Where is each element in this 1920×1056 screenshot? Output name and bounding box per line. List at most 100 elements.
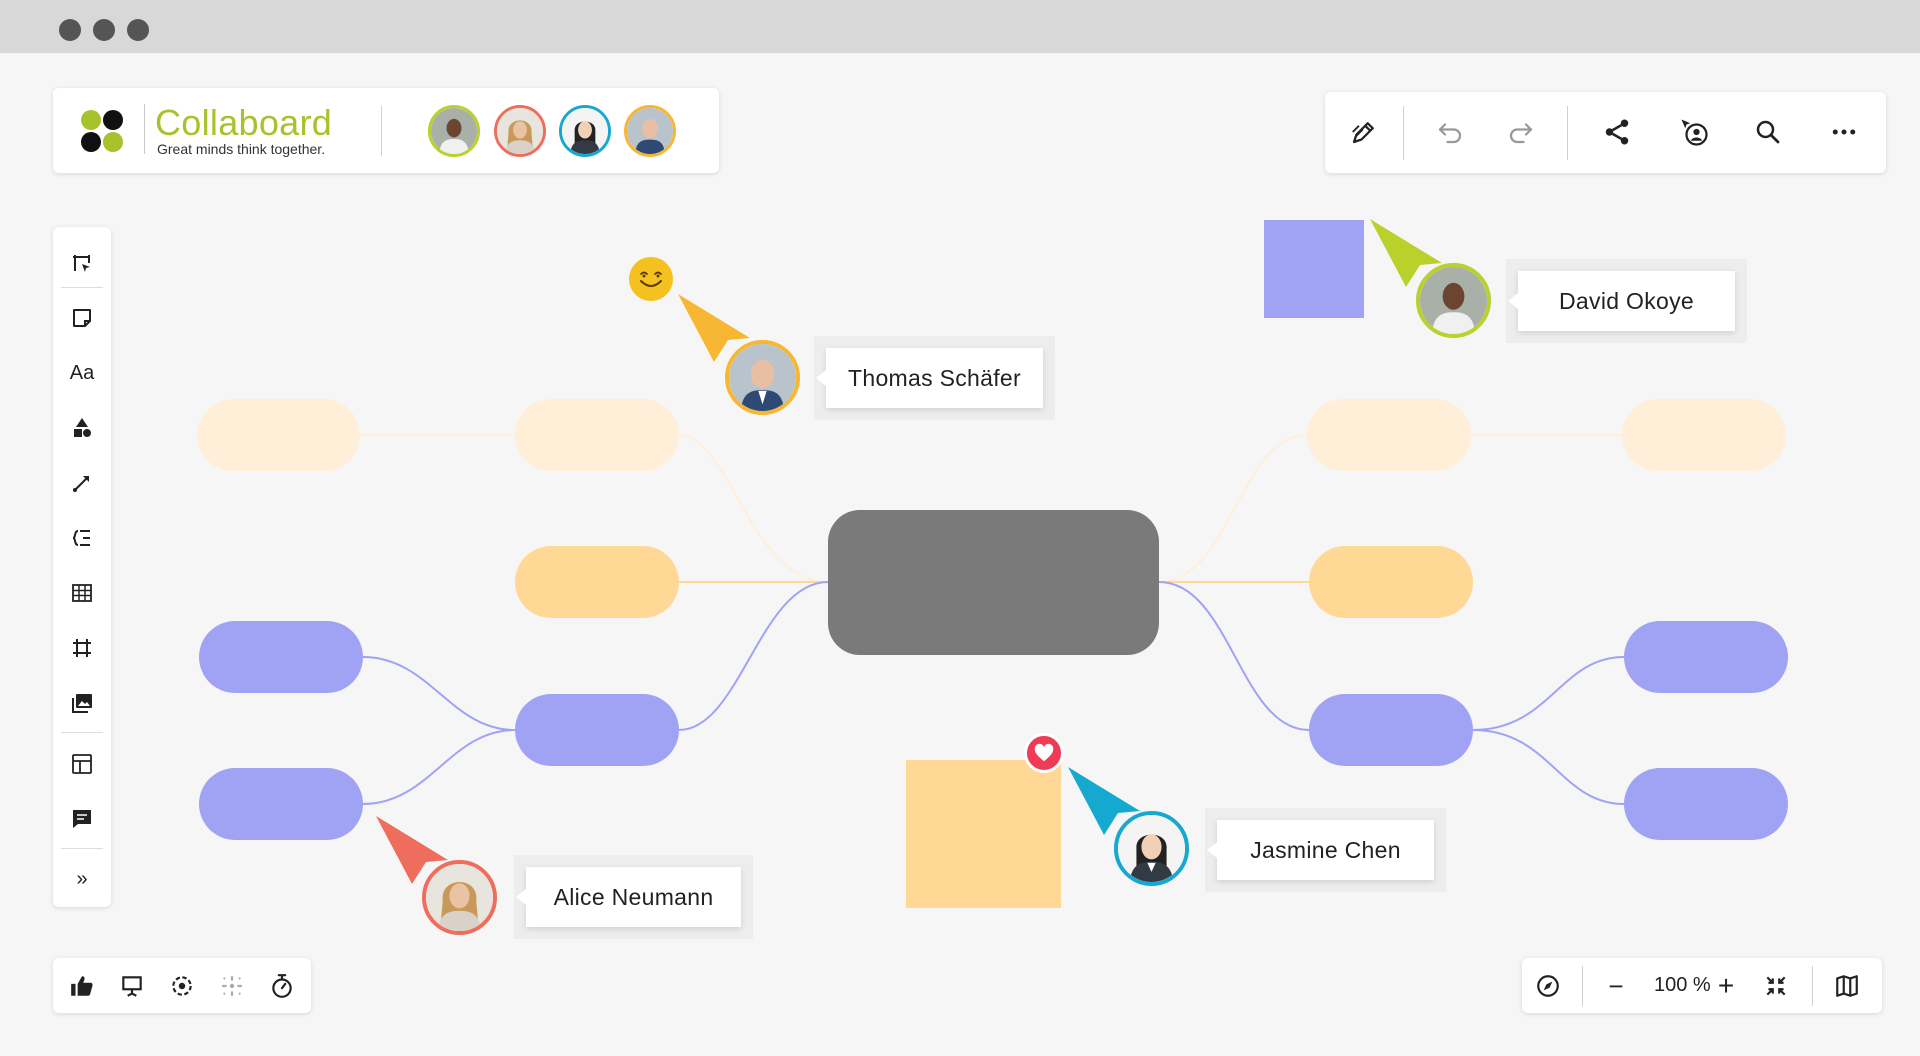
like-button[interactable] [64,968,100,1004]
mindmap-node[interactable] [1622,399,1786,471]
mindmap-node[interactable] [199,621,363,693]
mindmap-node[interactable] [1624,621,1788,693]
timer-button[interactable] [264,968,300,1004]
redo-icon [1509,123,1533,144]
left-toolbar: Aa » [53,227,111,907]
zoom-divider [1582,966,1583,1006]
zoom-divider [1812,966,1813,1006]
mindmap-node[interactable] [515,546,679,618]
participant-avatar-david[interactable] [428,105,480,157]
sticky-note-orange[interactable] [906,760,1061,908]
image-tool-button[interactable] [62,683,102,723]
cursor-name-tag: David Okoye [1508,271,1735,331]
cursor-avatar-david[interactable] [1416,263,1491,338]
sticky-note-purple[interactable] [1264,220,1364,318]
mindmap-node[interactable] [1307,399,1471,471]
shapes-tool-button[interactable] [62,408,102,448]
logo-divider [144,104,145,154]
mindmap-node[interactable] [199,768,363,840]
zoom-in-icon: + [1717,970,1735,1001]
toolbar-divider [1403,106,1404,160]
heart-reaction-icon[interactable] [1024,733,1064,773]
expand-toolbar-button[interactable]: » [62,859,102,899]
fit-to-screen-button[interactable] [1758,968,1794,1004]
cursor-name-label: Alice Neumann [553,883,714,910]
select-tool-button[interactable] [62,244,102,284]
cursor-name-tag: Jasmine Chen [1207,820,1434,880]
mindmap-node[interactable] [1309,546,1473,618]
pen-button[interactable] [1344,112,1384,152]
cursor-avatar-thomas[interactable] [725,340,800,415]
comment-icon [73,810,91,828]
expand-icon: » [76,867,88,890]
mindmap-tool-button[interactable] [62,518,102,558]
app-tagline: Great minds think together. [157,141,326,157]
template-icon [72,754,92,774]
cursor-name-label: David Okoye [1559,287,1694,314]
sticky-note-tool-button[interactable] [62,298,102,338]
mindmap-center-node[interactable] [828,510,1159,655]
tool-separator [61,732,103,733]
mindmap-node[interactable] [197,399,360,471]
zoom-out-icon: − [1608,970,1624,1001]
mindmap-node[interactable] [1624,768,1788,840]
image-icon [72,694,92,713]
cursor-name-tag: Thomas Schäfer [816,348,1043,408]
mindmap-node[interactable] [515,399,679,471]
undo-button[interactable] [1430,112,1470,152]
focus-button[interactable] [164,968,200,1004]
more-button[interactable] [1824,112,1864,152]
participant-avatar-alice[interactable] [494,105,546,157]
shapes-icon [74,418,91,437]
top-toolbar [1325,92,1886,173]
attention-button[interactable] [214,968,250,1004]
cursor-name-tag: Alice Neumann [516,867,741,927]
presentation-icon [122,976,142,997]
share-button[interactable] [1597,112,1637,152]
zoom-level[interactable]: 100 % [1654,974,1711,997]
comment-tool-button[interactable] [62,799,102,839]
follow-user-icon [1681,119,1708,146]
redo-button[interactable] [1501,112,1541,152]
cursor-avatar-jasmine[interactable] [1114,811,1189,886]
attention-icon [222,976,242,996]
app-name: Collaboard [155,102,333,143]
presentation-button[interactable] [114,968,150,1004]
smile-reaction-icon[interactable] [629,257,673,301]
sticky-note-icon [73,309,91,327]
cursor-avatar-alice[interactable] [422,860,497,935]
undo-icon [1438,123,1462,144]
zoom-in-button[interactable]: + [1708,968,1744,1004]
zoom-out-button[interactable]: − [1598,968,1634,1004]
cursor-name-label: Jasmine Chen [1250,836,1401,863]
participant-avatar-thomas[interactable] [624,105,676,157]
frame-icon [73,639,91,657]
navigate-button[interactable] [1530,968,1566,1004]
mindmap-node[interactable] [1309,694,1473,766]
select-icon [73,255,90,272]
frame-tool-button[interactable] [62,628,102,668]
participant-avatar-jasmine[interactable] [559,105,611,157]
bottom-right-toolbar: − 100 % + [1522,958,1882,1013]
header-panel: Collaboard Great minds think together. [53,88,719,173]
connector-tool-button[interactable] [62,463,102,503]
follow-user-button[interactable] [1674,112,1714,152]
like-icon [71,976,93,996]
pen-icon [1352,122,1374,144]
minimap-icon [1836,975,1858,997]
search-button[interactable] [1748,112,1788,152]
bottom-left-toolbar [53,958,311,1013]
text-tool-button[interactable]: Aa [62,353,102,393]
mindmap-node[interactable] [515,694,679,766]
search-icon [1756,120,1780,144]
table-tool-button[interactable] [62,573,102,613]
mindmap-icon [72,530,90,546]
toolbar-divider [1567,106,1568,160]
table-icon [72,584,92,602]
minimap-button[interactable] [1829,968,1865,1004]
header-divider [381,106,382,156]
timer-icon [272,974,292,998]
tool-separator [61,848,103,849]
template-tool-button[interactable] [62,744,102,784]
collaboard-logo-icon [81,110,123,152]
